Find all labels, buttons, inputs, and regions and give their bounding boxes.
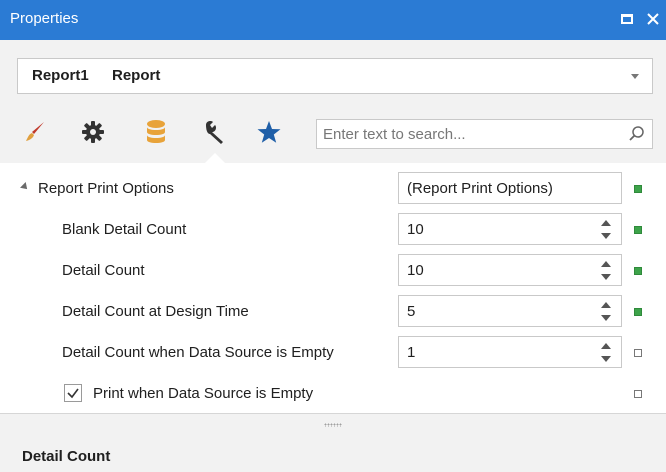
title-bar: Properties <box>0 0 666 40</box>
property-marker[interactable] <box>634 390 642 398</box>
property-label: Detail Count when Data Source is Empty <box>62 344 334 361</box>
category-row[interactable]: Report Print Options (Report Print Optio… <box>0 170 666 207</box>
property-marker[interactable] <box>634 185 642 193</box>
tab-favorites[interactable] <box>254 117 284 147</box>
splitter-grip-icon[interactable] <box>324 423 342 427</box>
spin-down-icon[interactable] <box>601 274 611 280</box>
chevron-down-icon[interactable] <box>631 74 639 79</box>
category-value-text: (Report Print Options) <box>407 180 553 197</box>
maximize-icon <box>621 14 633 24</box>
spin-down-icon[interactable] <box>601 356 611 362</box>
spin-up-icon[interactable] <box>601 220 611 226</box>
spin-buttons[interactable] <box>601 220 611 240</box>
description-title: Detail Count <box>22 448 111 465</box>
description-splitter[interactable] <box>0 413 666 435</box>
tab-data[interactable] <box>141 117 171 147</box>
property-value-spinner[interactable]: 10 <box>398 213 622 245</box>
property-value: 10 <box>407 221 424 238</box>
category-value[interactable]: (Report Print Options) <box>398 172 622 204</box>
spin-up-icon[interactable] <box>601 343 611 349</box>
category-label: Report Print Options <box>38 180 174 197</box>
gear-icon <box>82 121 104 143</box>
property-marker[interactable] <box>634 349 642 357</box>
close-button[interactable] <box>644 9 662 29</box>
property-marker[interactable] <box>634 267 642 275</box>
property-label: Print when Data Source is Empty <box>93 385 314 402</box>
checkmark-icon <box>67 388 79 399</box>
property-marker[interactable] <box>634 226 642 234</box>
search-box <box>316 119 653 149</box>
property-marker[interactable] <box>634 308 642 316</box>
property-row[interactable]: Detail Count 10 <box>0 252 666 289</box>
property-row[interactable]: Detail Count at Design Time 5 <box>0 293 666 330</box>
spin-buttons[interactable] <box>601 302 611 322</box>
star-icon <box>257 121 281 143</box>
panel-title: Properties <box>10 10 79 27</box>
property-value: 1 <box>407 344 416 361</box>
property-value: 10 <box>407 262 424 279</box>
spin-up-icon[interactable] <box>601 302 611 308</box>
property-row[interactable]: Detail Count when Data Source is Empty 1 <box>0 334 666 371</box>
spin-buttons[interactable] <box>601 343 611 363</box>
print-when-empty-checkbox[interactable] <box>64 384 82 402</box>
property-value-spinner[interactable]: 5 <box>398 295 622 327</box>
property-value-spinner[interactable]: 10 <box>398 254 622 286</box>
object-selector[interactable]: Report1 Report <box>17 58 653 94</box>
property-value: 5 <box>407 303 416 320</box>
tab-behavior[interactable] <box>78 117 108 147</box>
property-row[interactable]: Blank Detail Count 10 <box>0 211 666 248</box>
spin-down-icon[interactable] <box>601 233 611 239</box>
brush-icon <box>26 122 44 141</box>
spin-up-icon[interactable] <box>601 261 611 267</box>
search-input[interactable] <box>317 120 617 148</box>
property-label: Detail Count <box>62 262 145 279</box>
property-row-checkbox[interactable]: Print when Data Source is Empty <box>0 375 666 412</box>
database-icon <box>147 120 165 143</box>
expand-arrow-icon[interactable] <box>20 182 30 192</box>
title-buttons <box>618 9 662 29</box>
tab-appearance[interactable] <box>20 117 50 147</box>
wrench-icon <box>206 121 223 144</box>
property-label: Blank Detail Count <box>62 221 187 238</box>
maximize-button[interactable] <box>618 9 636 29</box>
property-grid: Report Print Options (Report Print Optio… <box>0 163 666 413</box>
object-name: Report1 <box>32 67 89 84</box>
active-tab-indicator <box>205 153 225 163</box>
object-type: Report <box>112 67 161 84</box>
spin-buttons[interactable] <box>601 261 611 281</box>
spin-down-icon[interactable] <box>601 315 611 321</box>
search-icon[interactable] <box>628 125 646 143</box>
close-icon <box>647 13 659 25</box>
property-label: Detail Count at Design Time <box>62 303 249 320</box>
property-value-spinner[interactable]: 1 <box>398 336 622 368</box>
tab-misc[interactable] <box>200 117 230 147</box>
